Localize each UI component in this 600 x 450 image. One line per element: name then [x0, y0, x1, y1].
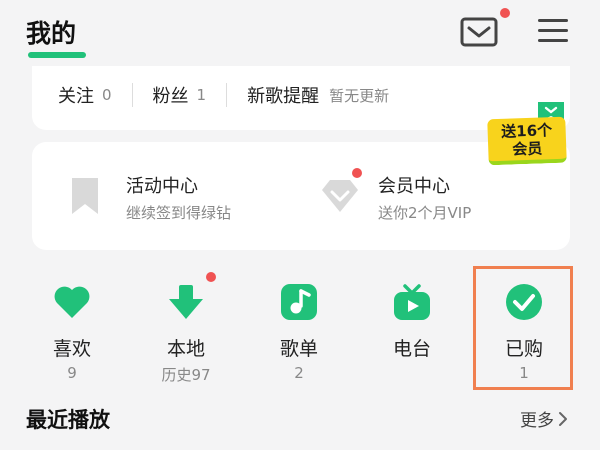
promo-badge[interactable]: 送16个 会员 [484, 100, 570, 166]
qa-label: 歌单 [279, 338, 318, 360]
notification-dot [206, 272, 216, 282]
mail-button[interactable] [459, 14, 499, 50]
diamond-icon [322, 180, 358, 212]
notification-dot [352, 168, 362, 178]
activity-subtitle: 继续签到得绿钻 [126, 204, 232, 222]
mail-icon [460, 17, 498, 47]
menu-button[interactable] [536, 16, 570, 46]
promo-line2: 会员 [511, 139, 543, 159]
new-songs-status: 暂无更新 [329, 86, 390, 105]
following-count[interactable]: 0 [102, 86, 112, 104]
menu-icon-line [538, 29, 568, 32]
menu-icon-line [538, 19, 568, 22]
header: 我的 [0, 0, 600, 66]
following-label[interactable]: 关注 [58, 82, 94, 108]
title-underline [28, 52, 86, 58]
more-link[interactable]: 更多 [520, 406, 568, 431]
promo-box: 送16个 会员 [487, 116, 567, 166]
qa-count: 9 [67, 364, 77, 382]
qa-label: 本地 [166, 338, 205, 360]
music-note-icon [281, 284, 317, 320]
member-title: 会员中心 [378, 176, 450, 197]
qa-count: 1 [519, 364, 529, 382]
check-circle-icon [506, 284, 542, 320]
quick-access-purchased[interactable]: 已购 1 [476, 278, 572, 388]
divider [226, 83, 228, 107]
qa-label: 已购 [504, 338, 543, 360]
member-subtitle: 送你2个月VIP [378, 204, 472, 222]
recent-title: 最近播放 [26, 408, 110, 432]
quick-access-playlist[interactable]: 歌单 2 [251, 278, 347, 388]
member-center-item[interactable]: 会员中心 送你2个月VIP [318, 166, 538, 226]
quick-access-liked[interactable]: 喜欢 9 [24, 278, 120, 388]
more-label: 更多 [520, 411, 554, 431]
download-icon [169, 285, 203, 319]
page-title: 我的 [26, 19, 77, 48]
qa-label: 电台 [392, 338, 431, 360]
divider [131, 83, 133, 107]
notification-dot [500, 8, 510, 18]
fans-count[interactable]: 1 [197, 86, 207, 104]
quick-access-radio[interactable]: 电台 [364, 278, 460, 388]
new-songs-label[interactable]: 新歌提醒 [247, 82, 319, 108]
chevron-right-icon [559, 411, 567, 426]
fans-label[interactable]: 粉丝 [153, 82, 189, 108]
activity-title: 活动中心 [126, 176, 198, 197]
qa-count: 2 [294, 364, 304, 382]
bookmark-icon [72, 178, 98, 214]
activity-center-item[interactable]: 活动中心 继续签到得绿钻 [66, 166, 286, 226]
qa-label: 喜欢 [52, 338, 91, 360]
qa-count: 历史97 [161, 366, 211, 384]
radio-icon [394, 284, 430, 320]
menu-icon-line [538, 39, 568, 42]
heart-icon [54, 286, 90, 318]
quick-access-local[interactable]: 本地 历史97 [138, 278, 234, 388]
